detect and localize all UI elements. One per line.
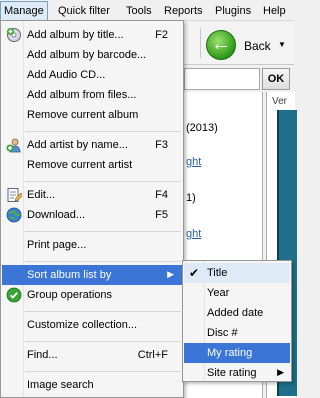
menu-item-group-operations[interactable]: Group operations bbox=[2, 285, 182, 305]
menu-bar: Manage Quick filter Tools Reports Plugin… bbox=[0, 0, 294, 21]
menu-item-shortcut: Ctrl+F bbox=[137, 349, 168, 361]
sort-option-label: My rating bbox=[207, 347, 253, 359]
ok-button[interactable]: OK bbox=[262, 68, 290, 90]
menu-item-label: Add artist by name... bbox=[27, 139, 128, 151]
menu-item-edit[interactable]: Edit... F4 bbox=[2, 185, 182, 205]
menu-item-label: Group operations bbox=[27, 289, 112, 301]
menu-item-label: Print page... bbox=[27, 239, 87, 251]
album-link[interactable]: ght bbox=[186, 156, 201, 168]
menu-item-download[interactable]: Download... F5 bbox=[2, 205, 182, 225]
quick-filter-input[interactable] bbox=[184, 68, 260, 90]
menu-item-label: Find... bbox=[27, 349, 58, 361]
menu-item-label: Add album from files... bbox=[27, 89, 137, 101]
menu-item-label: Add album by title... bbox=[27, 29, 124, 41]
manage-menu: Add album by title... F2 Add album by ba… bbox=[0, 20, 184, 398]
sort-option-label: Year bbox=[207, 287, 230, 299]
panel-header: Ver bbox=[272, 96, 288, 107]
sort-option-year[interactable]: Year bbox=[184, 283, 290, 303]
chevron-down-icon[interactable]: ▼ bbox=[278, 40, 286, 49]
menu-separator bbox=[25, 341, 181, 342]
menu-item-shortcut: F4 bbox=[155, 189, 168, 201]
toolbar-divider bbox=[200, 28, 201, 58]
sort-option-added-date[interactable]: Added date bbox=[184, 303, 290, 323]
menu-item-shortcut: F3 bbox=[155, 139, 168, 151]
menu-item-label: Edit... bbox=[27, 189, 56, 201]
menu-item-add-album-by-barcode[interactable]: Add album by barcode... bbox=[2, 45, 182, 65]
menu-item-shortcut: F5 bbox=[155, 209, 168, 221]
group-check-icon bbox=[6, 287, 22, 303]
menu-item-label: Customize collection... bbox=[27, 319, 138, 331]
back-arrow-icon[interactable]: ← bbox=[206, 30, 236, 60]
menu-plugins[interactable]: Plugins bbox=[215, 3, 251, 19]
album-info: 1) bbox=[186, 192, 196, 204]
menu-quick-filter[interactable]: Quick filter bbox=[58, 3, 110, 19]
menu-manage[interactable]: Manage bbox=[0, 1, 48, 21]
menu-separator bbox=[25, 231, 181, 232]
sort-option-label: Site rating bbox=[207, 367, 257, 379]
sort-submenu: ✔ Title Year Added date Disc # My rating… bbox=[182, 260, 292, 382]
menu-reports[interactable]: Reports bbox=[164, 3, 203, 19]
menu-item-customize-collection[interactable]: Customize collection... bbox=[2, 315, 182, 335]
menu-item-sort-album-list-by[interactable]: Sort album list by ▶ bbox=[2, 265, 182, 285]
menu-item-print-page[interactable]: Print page... bbox=[2, 235, 182, 255]
menu-item-shortcut: F2 bbox=[155, 29, 168, 41]
sort-option-my-rating[interactable]: My rating bbox=[184, 343, 290, 363]
menu-separator bbox=[25, 261, 181, 262]
album-link-2[interactable]: ght bbox=[186, 228, 201, 240]
menu-item-remove-current-album[interactable]: Remove current album bbox=[2, 105, 182, 125]
menu-item-add-artist-by-name[interactable]: Add artist by name... F3 bbox=[2, 135, 182, 155]
menu-item-remove-current-artist[interactable]: Remove current artist bbox=[2, 155, 182, 175]
menu-tools[interactable]: Tools bbox=[126, 3, 152, 19]
menu-item-find[interactable]: Find... Ctrl+F bbox=[2, 345, 182, 365]
menu-item-label: Download... bbox=[27, 209, 86, 221]
menu-item-label: Sort album list by bbox=[27, 269, 112, 281]
back-button-label[interactable]: Back bbox=[244, 39, 271, 53]
menu-help[interactable]: Help bbox=[263, 3, 286, 19]
sort-option-site-rating[interactable]: Site rating ▶ bbox=[184, 363, 290, 383]
menu-item-label: Remove current album bbox=[27, 109, 139, 121]
menu-item-add-album-from-files[interactable]: Add album from files... bbox=[2, 85, 182, 105]
edit-icon bbox=[7, 188, 22, 202]
menu-item-label: Remove current artist bbox=[27, 159, 133, 171]
menu-item-label: Add Audio CD... bbox=[27, 69, 106, 81]
sort-option-label: Title bbox=[207, 267, 228, 279]
menu-item-image-search[interactable]: Image search bbox=[2, 375, 182, 395]
sort-option-label: Disc # bbox=[207, 327, 238, 339]
sort-option-title[interactable]: ✔ Title bbox=[184, 263, 290, 283]
download-globe-icon bbox=[6, 207, 22, 223]
sort-option-label: Added date bbox=[207, 307, 264, 319]
sort-option-disc[interactable]: Disc # bbox=[184, 323, 290, 343]
menu-item-add-audio-cd[interactable]: Add Audio CD... bbox=[2, 65, 182, 85]
menu-item-label: Image search bbox=[27, 379, 94, 391]
menu-separator bbox=[25, 311, 181, 312]
submenu-arrow-icon: ▶ bbox=[167, 269, 174, 279]
menu-item-add-album-by-title[interactable]: Add album by title... F2 bbox=[2, 25, 182, 45]
menu-separator bbox=[25, 371, 181, 372]
add-album-icon bbox=[7, 28, 21, 42]
menu-item-label: Add album by barcode... bbox=[27, 49, 147, 61]
checkmark-icon: ✔ bbox=[189, 266, 200, 280]
menu-separator bbox=[25, 181, 181, 182]
menu-separator bbox=[25, 131, 181, 132]
submenu-arrow-icon: ▶ bbox=[277, 367, 284, 377]
album-year: (2013) bbox=[186, 122, 218, 134]
add-artist-icon bbox=[6, 138, 21, 153]
